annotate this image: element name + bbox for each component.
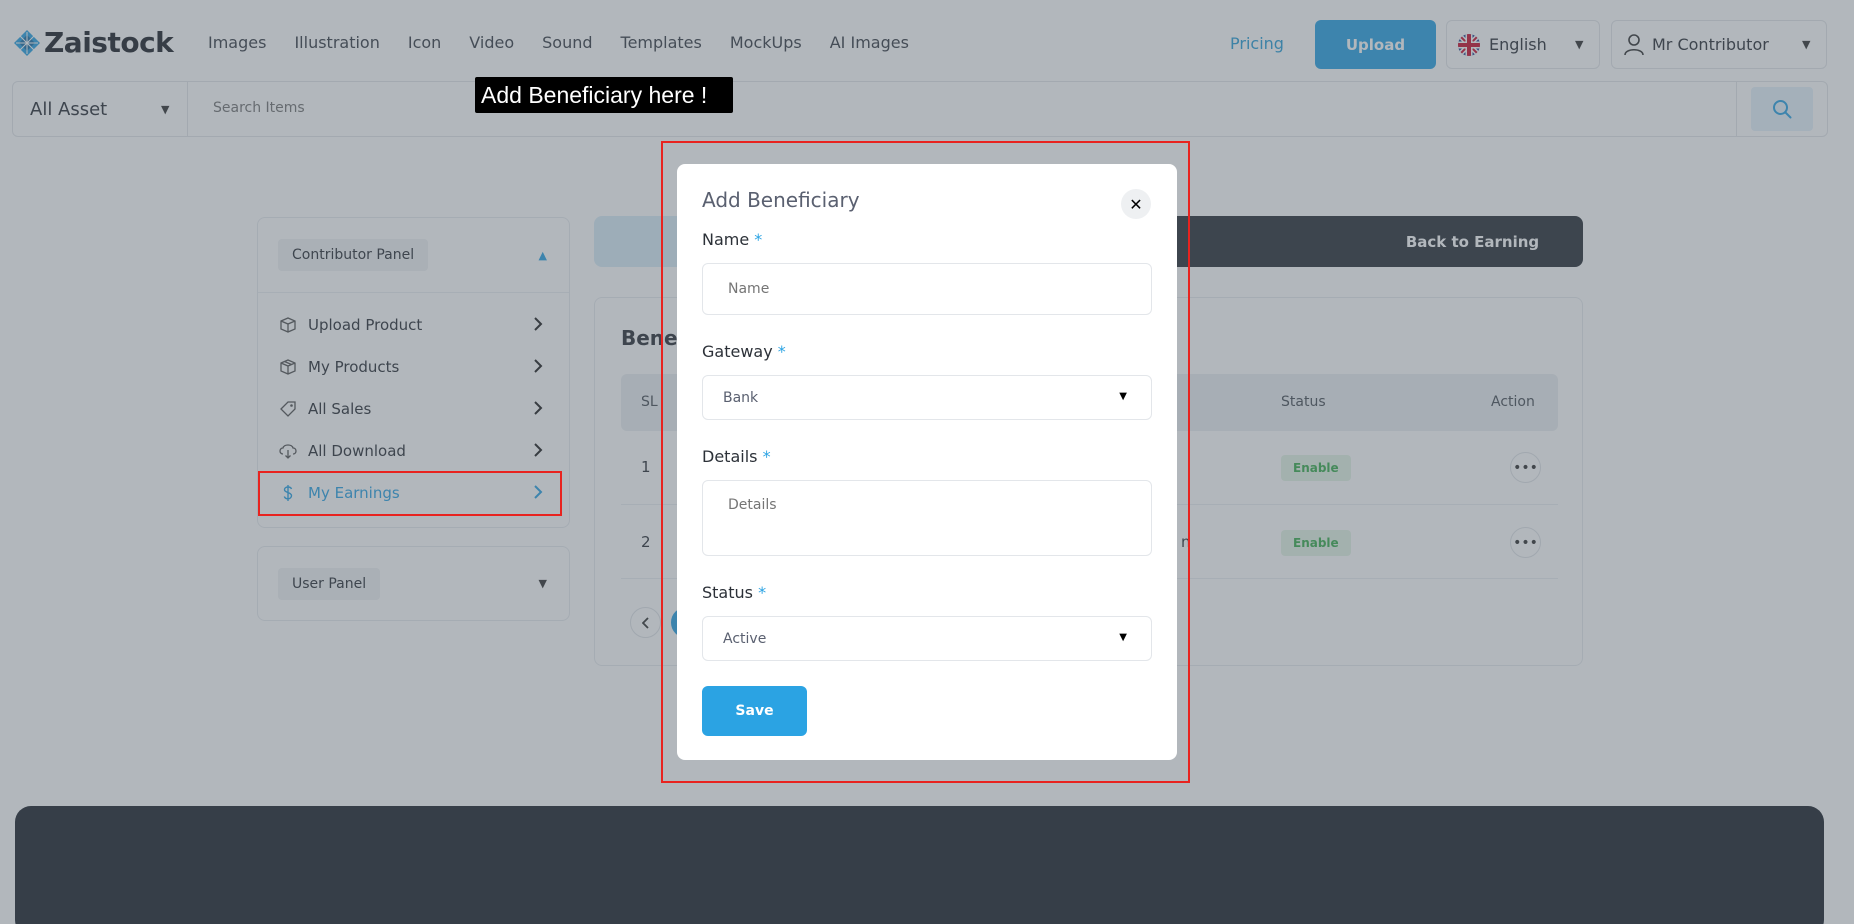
required-mark: * [762,447,771,466]
highlight-my-earnings [258,471,562,516]
gateway-select[interactable]: Bank ▼ [702,375,1152,420]
gateway-label: Gateway * [702,342,786,361]
tooltip: Add Beneficiary here ! [475,77,733,113]
modal-title: Add Beneficiary [702,188,860,212]
required-mark: * [754,230,763,249]
details-label: Details * [702,447,771,466]
details-field[interactable] [702,480,1152,556]
status-select[interactable]: Active ▼ [702,616,1152,661]
close-icon: ✕ [1129,194,1143,214]
status-value: Active [723,630,767,647]
name-label: Name * [702,230,762,249]
details-label-text: Details [702,447,758,466]
required-mark: * [777,342,786,361]
gateway-label-text: Gateway [702,342,773,361]
chevron-down-icon: ▼ [1119,632,1127,643]
gateway-value: Bank [723,389,759,406]
name-field[interactable] [702,263,1152,315]
add-beneficiary-modal: Add Beneficiary ✕ Name * Gateway * Bank … [677,164,1177,760]
chevron-down-icon: ▼ [1119,391,1127,402]
status-label-text: Status [702,583,753,602]
required-mark: * [758,583,767,602]
status-label: Status * [702,583,766,602]
name-label-text: Name [702,230,750,249]
save-button[interactable]: Save [702,686,807,736]
close-button[interactable]: ✕ [1121,189,1151,219]
